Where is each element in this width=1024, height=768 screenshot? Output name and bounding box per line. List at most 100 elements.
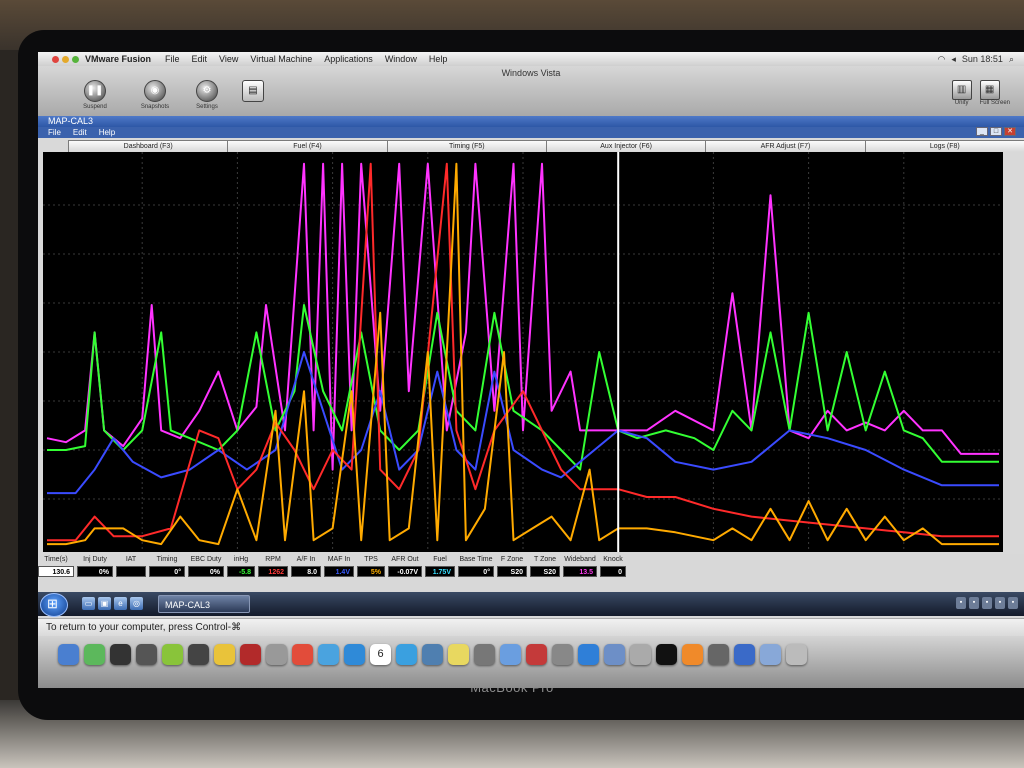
readout-wideband: Wideband 13.5: [563, 556, 597, 577]
app-menu-edit[interactable]: Edit: [73, 128, 87, 137]
tray-network-icon[interactable]: ▪: [956, 597, 966, 609]
wifi-icon[interactable]: ◠: [938, 54, 946, 65]
android-icon[interactable]: [162, 644, 183, 665]
settings-button[interactable]: ⚙ Settings: [182, 80, 232, 110]
log-chart[interactable]: [43, 152, 1003, 552]
mac-menu-window[interactable]: Window: [385, 54, 417, 64]
mac-dock: 6: [38, 636, 1024, 688]
photo-booth-icon[interactable]: [526, 644, 547, 665]
library-icon: ▤: [242, 80, 264, 102]
safari-icon[interactable]: [344, 644, 365, 665]
show-desktop-icon[interactable]: ▭: [82, 597, 95, 610]
mac-menu-file[interactable]: File: [165, 54, 180, 64]
chrome-icon[interactable]: [292, 644, 313, 665]
readout-label: Base Time: [459, 556, 493, 563]
readout-f-zone: F Zone S20: [497, 556, 527, 577]
readout-strip: Time(s) 130.6 Inj Duty 0% IAT Timing 0° EBC Dut…: [38, 554, 1024, 592]
dock-icons: 6: [58, 644, 807, 665]
calendar-icon[interactable]: 6: [370, 644, 391, 665]
chrome-quick-icon[interactable]: ◎: [130, 597, 143, 610]
dictionary-icon[interactable]: [240, 644, 261, 665]
cyberduck-icon[interactable]: [214, 644, 235, 665]
readout-value: S20: [497, 566, 527, 577]
snapshots-button[interactable]: ◉ Snapshots: [130, 80, 180, 110]
switch-windows-icon[interactable]: ▣: [98, 597, 111, 610]
tab-timing[interactable]: Timing (F5): [386, 140, 547, 152]
readout-label: EBC Duty: [190, 556, 222, 563]
iphone-config-icon[interactable]: [266, 644, 287, 665]
mac-menu-view[interactable]: View: [219, 54, 238, 64]
app-menu-file[interactable]: File: [48, 128, 61, 137]
app-window-controls: _ □ ✕: [976, 127, 1016, 136]
itunes-icon[interactable]: [500, 644, 521, 665]
disk-utility-icon[interactable]: [630, 644, 651, 665]
mail-icon[interactable]: [604, 644, 625, 665]
suspend-button[interactable]: ❚❚ Suspend: [70, 80, 120, 110]
full-screen-button[interactable]: ▦ Full Screen: [979, 80, 1010, 106]
console-icon[interactable]: [188, 644, 209, 665]
volume-icon[interactable]: ◂: [951, 54, 956, 65]
iphoto-icon[interactable]: [422, 644, 443, 665]
mac-app-name[interactable]: VMware Fusion: [85, 54, 151, 64]
tab-afr-adjust[interactable]: AFR Adjust (F7): [705, 140, 866, 152]
readout-value: -5.8: [227, 566, 255, 577]
network-icon[interactable]: [734, 644, 755, 665]
activity-monitor-icon[interactable]: [110, 644, 131, 665]
tab-dashboard[interactable]: Dashboard (F3): [68, 140, 229, 152]
minimize-icon[interactable]: _: [976, 127, 988, 136]
vm-release-text: To return to your computer, press Contro…: [46, 622, 242, 633]
app-store-icon[interactable]: [578, 644, 599, 665]
spotlight-icon[interactable]: ⌕: [1009, 54, 1014, 65]
android-file-icon[interactable]: [84, 644, 105, 665]
preview-icon[interactable]: [318, 644, 339, 665]
zoom-window-button[interactable]: [72, 55, 79, 63]
readout-maf-in: MAF In 1.4V: [324, 556, 354, 577]
minimize-window-button[interactable]: [62, 55, 69, 63]
calculator-icon[interactable]: [708, 644, 729, 665]
app-title-bar: MAP-CAL3: [38, 116, 1024, 127]
tray-update-icon[interactable]: ▪: [1008, 597, 1018, 609]
mac-menu-edit[interactable]: Edit: [192, 54, 208, 64]
terminal-icon[interactable]: [656, 644, 677, 665]
app-title: MAP-CAL3: [48, 116, 94, 126]
log-chart-svg[interactable]: [43, 152, 1003, 552]
taskbar-app-button[interactable]: MAP-CAL3: [158, 595, 250, 613]
vm-release-notice: To return to your computer, press Contro…: [38, 618, 1024, 636]
mac-menu-help[interactable]: Help: [429, 54, 448, 64]
unity-button[interactable]: ▥ Unity: [951, 80, 972, 106]
readout-inhg: inHg -5.8: [227, 556, 255, 577]
readout-label: RPM: [265, 556, 281, 563]
preferences-icon[interactable]: [552, 644, 573, 665]
app-menu-help[interactable]: Help: [99, 128, 115, 137]
start-button[interactable]: [40, 593, 68, 617]
folder-icon[interactable]: [760, 644, 781, 665]
finder-icon[interactable]: [58, 644, 79, 665]
image-capture-icon[interactable]: [474, 644, 495, 665]
readout-tps: TPS 5%: [357, 556, 385, 577]
tab-logs[interactable]: Logs (F8): [864, 140, 1024, 152]
maximize-icon[interactable]: □: [990, 127, 1002, 136]
tab-aux-injector[interactable]: Aux Injector (F6): [545, 140, 707, 152]
tray-security-icon[interactable]: ▪: [982, 597, 992, 609]
mac-menu-applications[interactable]: Applications: [324, 54, 373, 64]
vlc-icon[interactable]: [682, 644, 703, 665]
mac-status-area: ◠ ◂ Sun 18:51 ⌕: [938, 54, 1014, 65]
library-button[interactable]: ▤: [228, 80, 278, 104]
readout-value: 0%: [188, 566, 224, 577]
close-window-button[interactable]: [52, 55, 59, 63]
quick-launch: ▭ ▣ e ◎: [82, 597, 143, 610]
mac-menu-virtual-machine[interactable]: Virtual Machine: [250, 54, 312, 64]
ichat-icon[interactable]: [396, 644, 417, 665]
tray-volume-icon[interactable]: ▪: [969, 597, 979, 609]
clock[interactable]: Sun 18:51: [962, 54, 1003, 65]
stickies-icon[interactable]: [448, 644, 469, 665]
tray-vmware-icon[interactable]: ▪: [995, 597, 1005, 609]
trash-icon[interactable]: [786, 644, 807, 665]
vm-view-controls: ▥ Unity ▦ Full Screen: [951, 80, 1010, 106]
internet-explorer-icon[interactable]: e: [114, 597, 127, 610]
tab-fuel[interactable]: Fuel (F4): [227, 140, 388, 152]
vmware-toolbar: Windows Vista ❚❚ Suspend ◉ Snapshots ⚙ S…: [38, 66, 1024, 117]
close-icon[interactable]: ✕: [1004, 127, 1016, 136]
readout-fuel: Fuel 1.75V: [425, 556, 455, 577]
time-machine-icon[interactable]: [136, 644, 157, 665]
